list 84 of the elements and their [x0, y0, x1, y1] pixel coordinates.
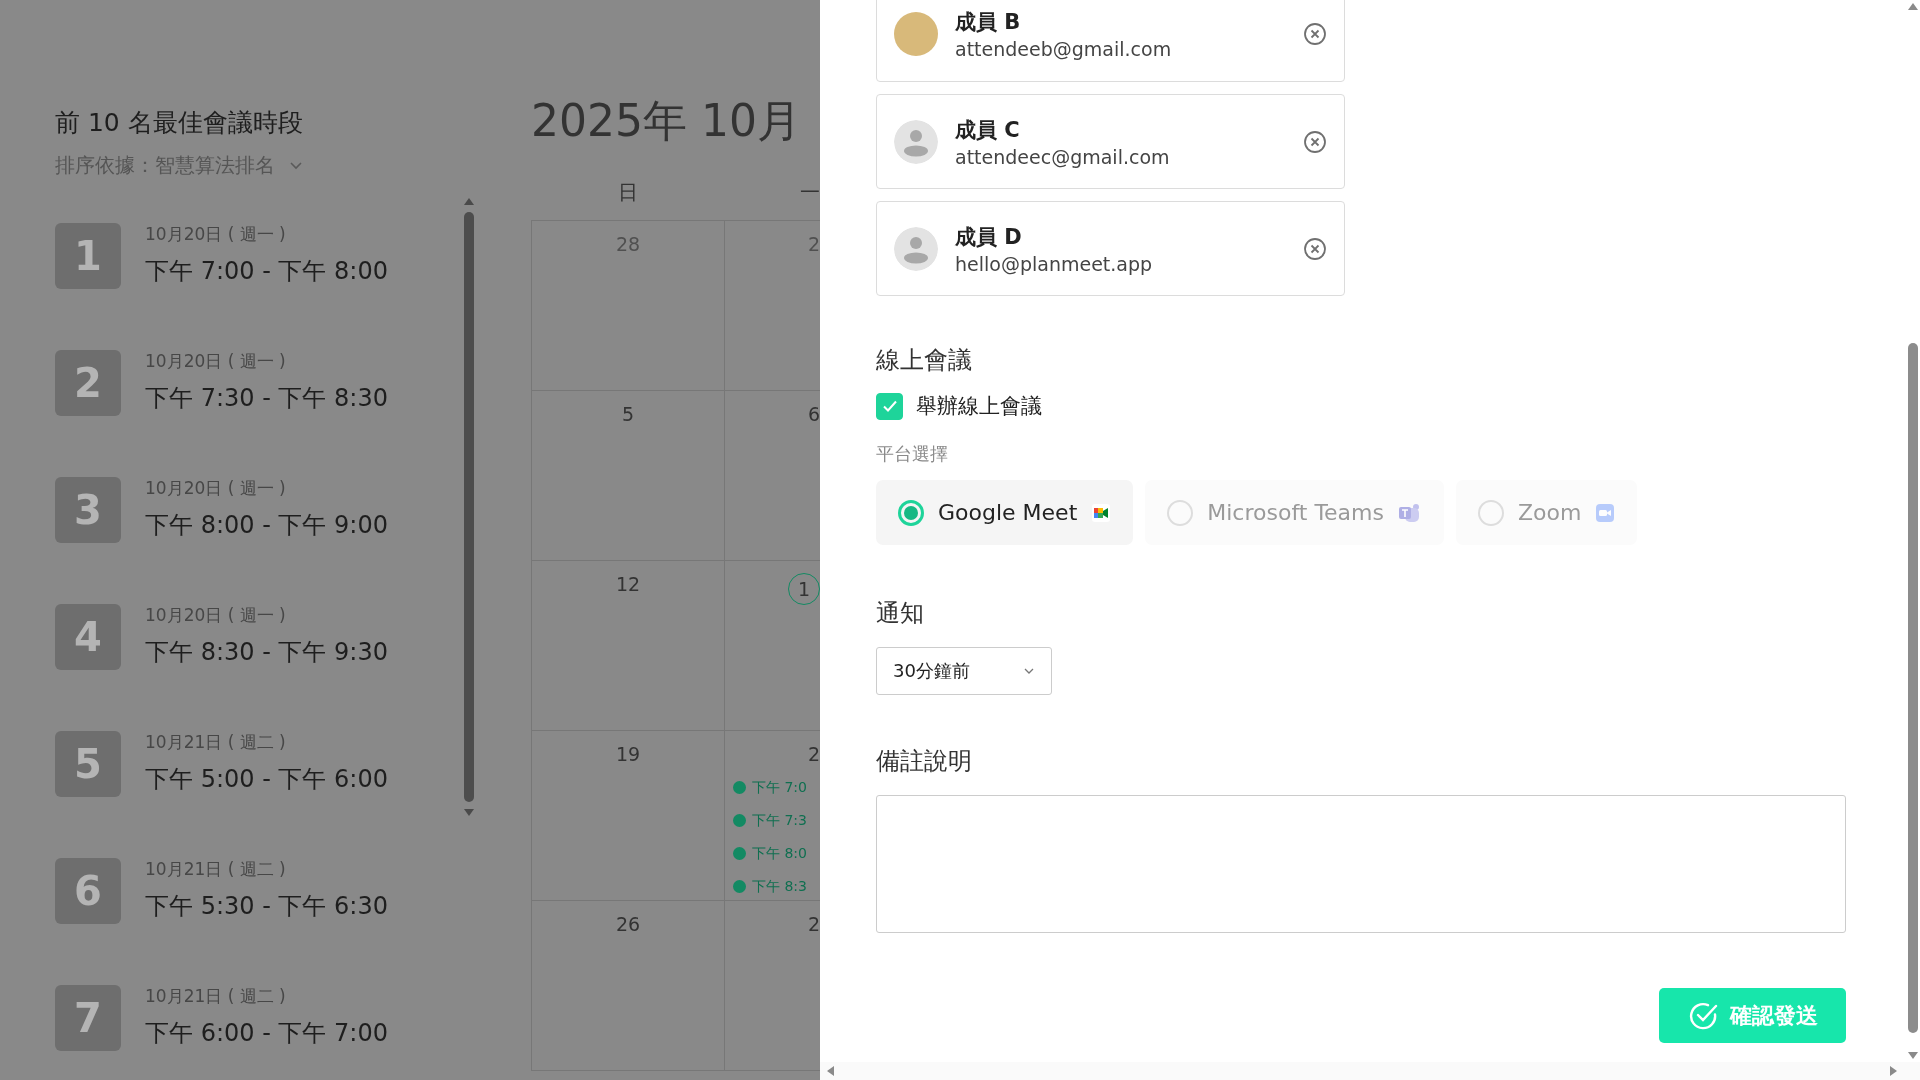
scroll-up-icon[interactable]: [1906, 2, 1919, 11]
radio-button[interactable]: [898, 499, 924, 526]
day-number: 26: [615, 913, 641, 935]
remove-icon[interactable]: [1303, 236, 1327, 261]
calendar-title: 2025年 10月: [531, 94, 802, 148]
slot-time: 下午 8:30 - 下午 9:30: [145, 637, 388, 668]
time-slot-item[interactable]: 4 10月20日 ( 週一 ) 下午 8:30 - 下午 9:30: [55, 604, 462, 670]
chevron-down-icon: [289, 160, 303, 171]
video-camera-icon: [1595, 502, 1616, 523]
slot-date: 10月21日 ( 週二 ): [145, 731, 287, 753]
photo-placeholder: [894, 12, 938, 56]
slot-date: 10月20日 ( 週一 ): [145, 223, 287, 245]
calendar-cell[interactable]: 12: [532, 561, 725, 730]
day-number: 2: [807, 233, 820, 255]
attendee-name: 成員 C: [955, 116, 1021, 144]
platform-option[interactable]: Google Meet: [876, 480, 1134, 545]
rank-number: 4: [55, 604, 121, 670]
time-slot-item[interactable]: 5 10月21日 ( 週二 ) 下午 5:00 - 下午 6:00: [55, 731, 462, 797]
scroll-up-icon[interactable]: [463, 197, 475, 206]
slot-date: 10月20日 ( 週一 ): [145, 350, 287, 372]
weekday-label: 日: [616, 178, 639, 206]
remove-icon[interactable]: [1303, 22, 1327, 46]
calendar-cell[interactable]: 26: [532, 901, 725, 1070]
attendee-name: 成員 B: [955, 9, 1022, 36]
slot-date: 10月20日 ( 週一 ): [145, 604, 287, 626]
avatar-icon: [894, 119, 938, 164]
scrollbar-thumb[interactable]: [1907, 343, 1918, 1033]
time-slot-item[interactable]: 6 10月21日 ( 週二 ) 下午 5:30 - 下午 6:30: [55, 858, 462, 924]
notes-input[interactable]: [876, 795, 1846, 933]
rank-number: 7: [55, 985, 121, 1051]
rank-number: 1: [55, 223, 121, 289]
time-slot-item[interactable]: 3 10月20日 ( 週一 ) 下午 8:00 - 下午 9:00: [55, 477, 462, 543]
day-number: 5: [621, 403, 635, 425]
attendee-name: 成員 D: [955, 223, 1023, 251]
section-heading: 備註說明: [876, 746, 973, 777]
slot-time: 下午 5:30 - 下午 6:30: [145, 891, 388, 922]
rank-number: 6: [55, 858, 121, 924]
checkbox[interactable]: [876, 392, 903, 420]
reminder-dropdown[interactable]: 30分鐘前: [876, 647, 1052, 695]
rank-number: 5: [55, 731, 121, 797]
weekday-label: 一: [799, 178, 820, 206]
time-slot-item[interactable]: 1 10月20日 ( 週一 ) 下午 7:00 - 下午 8:00: [55, 223, 462, 289]
checkbox-label: 舉辦線上會議: [916, 393, 1042, 420]
rank-number: 2: [55, 350, 121, 416]
rank-number: 3: [55, 477, 121, 543]
field-label: 平台選擇: [876, 442, 949, 466]
day-number: 28: [615, 233, 641, 255]
day-number: 2: [807, 913, 820, 935]
scroll-right-icon[interactable]: [1889, 1065, 1898, 1077]
day-number: 12: [615, 573, 641, 595]
time-slot-item[interactable]: 2 10月20日 ( 週一 ) 下午 7:30 - 下午 8:30: [55, 350, 462, 416]
time-slot-item[interactable]: 7 10月21日 ( 週二 ) 下午 6:00 - 下午 7:00: [55, 985, 462, 1051]
attendee-email: attendeeb@gmail.com: [955, 38, 1173, 60]
slot-date: 10月21日 ( 週二 ): [145, 985, 287, 1007]
section-heading: 線上會議: [876, 345, 973, 376]
chevron-down-icon: [1023, 667, 1035, 675]
calendar-cell[interactable]: 2: [725, 221, 820, 390]
day-number: 2: [807, 743, 820, 765]
slot-date: 10月20日 ( 週一 ): [145, 477, 287, 499]
video-camera-icon: [1091, 502, 1112, 523]
scroll-down-icon[interactable]: [1906, 1051, 1919, 1060]
slot-date: 10月21日 ( 週二 ): [145, 858, 287, 880]
slot-time: 下午 8:00 - 下午 9:00: [145, 510, 388, 541]
section-heading: 通知: [876, 598, 925, 629]
scrollbar-thumb[interactable]: [464, 212, 474, 802]
attendee-email: hello@planmeet.app: [955, 252, 1154, 275]
calendar-cell[interactable]: 6: [725, 391, 820, 560]
calendar-cell[interactable]: 19: [532, 731, 725, 900]
calendar-cell[interactable]: 2: [725, 901, 820, 1070]
scroll-down-icon[interactable]: [463, 808, 475, 817]
slot-time: 下午 5:00 - 下午 6:00: [145, 764, 388, 795]
slot-time: 下午 7:30 - 下午 8:30: [145, 383, 388, 414]
day-number: 6: [807, 403, 820, 425]
calendar-cell[interactable]: 28: [532, 221, 725, 390]
section-title: 前 10 名最佳會議時段: [55, 107, 304, 139]
remove-icon[interactable]: [1303, 129, 1327, 154]
calendar-cell[interactable]: 5: [532, 391, 725, 560]
attendee-email: attendeec@gmail.com: [955, 145, 1171, 168]
day-number: 19: [615, 743, 641, 765]
avatar-icon: [894, 226, 938, 271]
slot-time: 下午 6:00 - 下午 7:00: [145, 1018, 388, 1049]
slot-time: 下午 7:00 - 下午 8:00: [145, 256, 388, 287]
scroll-left-icon[interactable]: [826, 1065, 835, 1077]
team-logo-icon: [1398, 501, 1422, 524]
